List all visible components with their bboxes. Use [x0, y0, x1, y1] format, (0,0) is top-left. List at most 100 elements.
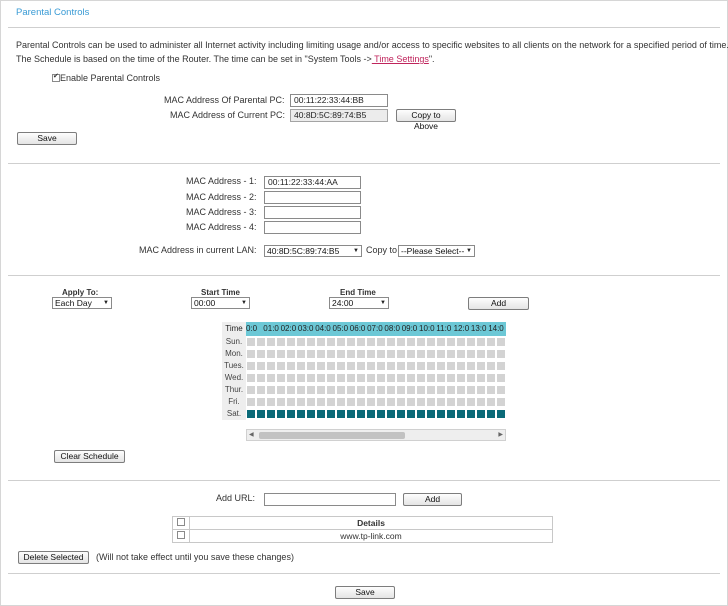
schedule-cell[interactable] — [496, 373, 506, 383]
schedule-cell[interactable] — [336, 349, 346, 359]
schedule-cell[interactable] — [466, 349, 476, 359]
schedule-cell[interactable] — [396, 373, 406, 383]
schedule-cell[interactable] — [486, 397, 496, 407]
schedule-cell[interactable] — [426, 409, 436, 419]
schedule-cell[interactable] — [366, 349, 376, 359]
schedule-cell[interactable] — [276, 349, 286, 359]
schedule-cell[interactable] — [286, 361, 296, 371]
schedule-cell[interactable] — [366, 409, 376, 419]
schedule-cell[interactable] — [256, 397, 266, 407]
schedule-cell[interactable] — [326, 373, 336, 383]
start-time-select[interactable]: 00:00 ▼ — [191, 297, 250, 309]
schedule-cell[interactable] — [306, 337, 316, 347]
schedule-cell[interactable] — [296, 349, 306, 359]
schedule-cell[interactable] — [256, 361, 266, 371]
schedule-cell[interactable] — [496, 337, 506, 347]
schedule-cell[interactable] — [436, 409, 446, 419]
schedule-cell[interactable] — [376, 385, 386, 395]
schedule-cell[interactable] — [406, 373, 416, 383]
schedule-cell[interactable] — [496, 385, 506, 395]
schedule-cell[interactable] — [326, 397, 336, 407]
schedule-cell[interactable] — [446, 409, 456, 419]
schedule-cell[interactable] — [276, 385, 286, 395]
schedule-cell[interactable] — [246, 409, 256, 419]
schedule-cell[interactable] — [286, 409, 296, 419]
schedule-cell[interactable] — [326, 349, 336, 359]
schedule-cell[interactable] — [496, 349, 506, 359]
schedule-cell[interactable] — [276, 361, 286, 371]
schedule-cell[interactable] — [456, 337, 466, 347]
schedule-cell[interactable] — [256, 337, 266, 347]
schedule-cell[interactable] — [306, 409, 316, 419]
schedule-cell[interactable] — [426, 385, 436, 395]
schedule-cell[interactable] — [476, 409, 486, 419]
schedule-cell[interactable] — [416, 409, 426, 419]
schedule-cell[interactable] — [426, 373, 436, 383]
enable-parental-controls-checkbox[interactable] — [52, 72, 60, 82]
schedule-cell[interactable] — [286, 337, 296, 347]
schedule-cell[interactable] — [366, 373, 376, 383]
mac-address-2-input[interactable] — [264, 191, 361, 204]
schedule-cell[interactable] — [306, 397, 316, 407]
schedule-cell[interactable] — [486, 337, 496, 347]
schedule-cell[interactable] — [266, 349, 276, 359]
schedule-cell[interactable] — [346, 337, 356, 347]
schedule-cell[interactable] — [386, 397, 396, 407]
schedule-cell[interactable] — [356, 349, 366, 359]
schedule-cell[interactable] — [446, 373, 456, 383]
mac-address-3-input[interactable] — [264, 206, 361, 219]
schedule-cell[interactable] — [496, 361, 506, 371]
schedule-cell[interactable] — [266, 385, 276, 395]
schedule-cell[interactable] — [326, 409, 336, 419]
save-button-top[interactable]: Save — [17, 132, 77, 145]
schedule-cell[interactable] — [336, 385, 346, 395]
schedule-cell[interactable] — [456, 349, 466, 359]
schedule-cell[interactable] — [426, 397, 436, 407]
schedule-cell[interactable] — [296, 361, 306, 371]
schedule-cell[interactable] — [386, 373, 396, 383]
schedule-cell[interactable] — [326, 361, 336, 371]
schedule-cell[interactable] — [296, 409, 306, 419]
schedule-cell[interactable] — [246, 349, 256, 359]
schedule-cell[interactable] — [486, 373, 496, 383]
schedule-cell[interactable] — [336, 337, 346, 347]
schedule-cell[interactable] — [466, 409, 476, 419]
schedule-cell[interactable] — [296, 397, 306, 407]
time-settings-link[interactable]: Time Settings — [372, 54, 429, 64]
schedule-cell[interactable] — [336, 373, 346, 383]
schedule-cell[interactable] — [466, 385, 476, 395]
schedule-cell[interactable] — [396, 385, 406, 395]
schedule-cell[interactable] — [336, 409, 346, 419]
schedule-cell[interactable] — [406, 409, 416, 419]
schedule-cell[interactable] — [456, 361, 466, 371]
schedule-cell[interactable] — [276, 409, 286, 419]
schedule-cell[interactable] — [486, 409, 496, 419]
mac-address-4-input[interactable] — [264, 221, 361, 234]
schedule-cell[interactable] — [446, 385, 456, 395]
schedule-cell[interactable] — [476, 337, 486, 347]
schedule-cell[interactable] — [346, 385, 356, 395]
schedule-cell[interactable] — [456, 385, 466, 395]
schedule-cell[interactable] — [276, 397, 286, 407]
schedule-cell[interactable] — [466, 373, 476, 383]
schedule-cell[interactable] — [416, 337, 426, 347]
schedule-cell[interactable] — [346, 409, 356, 419]
schedule-cell[interactable] — [386, 409, 396, 419]
schedule-cell[interactable] — [446, 337, 456, 347]
schedule-cell[interactable] — [376, 397, 386, 407]
schedule-cell[interactable] — [256, 409, 266, 419]
schedule-cell[interactable] — [346, 397, 356, 407]
schedule-cell[interactable] — [326, 385, 336, 395]
schedule-cell[interactable] — [476, 373, 486, 383]
schedule-cell[interactable] — [246, 337, 256, 347]
schedule-cell[interactable] — [406, 385, 416, 395]
copy-to-above-button[interactable]: Copy to Above — [396, 109, 456, 131]
schedule-cell[interactable] — [296, 373, 306, 383]
schedule-cell[interactable] — [386, 349, 396, 359]
schedule-cell[interactable] — [276, 373, 286, 383]
schedule-cell[interactable] — [376, 373, 386, 383]
schedule-cell[interactable] — [306, 373, 316, 383]
schedule-cell[interactable] — [386, 385, 396, 395]
schedule-cell[interactable] — [316, 373, 326, 383]
save-button-bottom[interactable]: Save — [335, 586, 395, 599]
